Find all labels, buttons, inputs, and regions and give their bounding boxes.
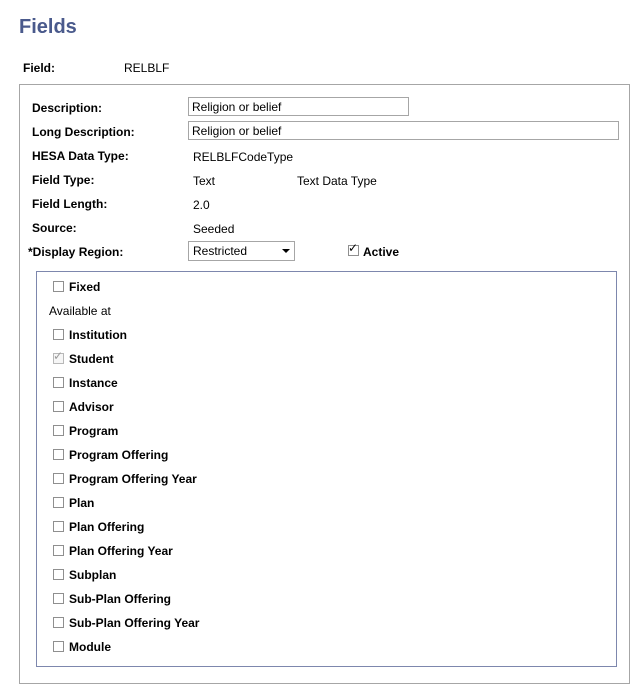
field-type-value: Text xyxy=(193,174,216,188)
institution-checkbox[interactable] xyxy=(53,329,64,340)
sub-plan-offering-year-label: Sub-Plan Offering Year xyxy=(69,616,200,630)
long-description-label: Long Description: xyxy=(32,125,135,139)
active-label: Active xyxy=(363,245,400,259)
student-checkbox: ✓ xyxy=(53,349,64,364)
hesa-data-type-value: RELBLFCodeType xyxy=(193,150,294,164)
hesa-data-type-label: HESA Data Type: xyxy=(32,149,129,163)
display-region-value: Restricted xyxy=(193,244,248,258)
module-label: Module xyxy=(69,640,111,654)
institution-label: Institution xyxy=(69,328,127,342)
field-length-label: Field Length: xyxy=(32,197,108,211)
plan-checkbox[interactable] xyxy=(53,497,64,508)
fixed-label: Fixed xyxy=(69,280,101,294)
fixed-checkbox[interactable] xyxy=(53,281,64,292)
display-region-label: *Display Region: xyxy=(28,245,124,259)
program-label: Program xyxy=(69,424,119,438)
program-offering-year-checkbox[interactable] xyxy=(53,473,64,484)
sub-plan-offering-checkbox[interactable] xyxy=(53,593,64,604)
plan-offering-label: Plan Offering xyxy=(69,520,145,534)
description-input[interactable] xyxy=(188,97,409,116)
source-label: Source: xyxy=(32,221,77,235)
instance-label: Instance xyxy=(69,376,118,390)
plan-offering-year-checkbox[interactable] xyxy=(53,545,64,556)
field-value: RELBLF xyxy=(124,61,170,75)
sub-plan-offering-year-checkbox[interactable] xyxy=(53,617,64,628)
instance-checkbox[interactable] xyxy=(53,377,64,388)
field-length-value: 2.0 xyxy=(193,198,210,212)
subplan-label: Subplan xyxy=(69,568,117,582)
advisor-label: Advisor xyxy=(69,400,114,414)
field-label: Field: xyxy=(23,61,55,75)
student-label: Student xyxy=(69,352,114,366)
subplan-checkbox[interactable] xyxy=(53,569,64,580)
program-offering-label: Program Offering xyxy=(69,448,169,462)
chevron-down-icon xyxy=(282,249,290,253)
checkmark-icon: ✓ xyxy=(348,241,359,255)
sub-plan-offering-label: Sub-Plan Offering xyxy=(69,592,171,606)
program-offering-checkbox[interactable] xyxy=(53,449,64,460)
plan-offering-checkbox[interactable] xyxy=(53,521,64,532)
description-label: Description: xyxy=(32,101,103,115)
page-title: Fields xyxy=(19,16,77,38)
advisor-checkbox[interactable] xyxy=(53,401,64,412)
module-checkbox[interactable] xyxy=(53,641,64,652)
active-checkbox[interactable]: ✓ xyxy=(348,241,359,256)
source-value: Seeded xyxy=(193,222,235,236)
plan-label: Plan xyxy=(69,496,95,510)
program-offering-year-label: Program Offering Year xyxy=(69,472,197,486)
program-checkbox[interactable] xyxy=(53,425,64,436)
field-type-extra: Text Data Type xyxy=(297,174,377,188)
checkmark-icon: ✓ xyxy=(53,349,64,363)
plan-offering-year-label: Plan Offering Year xyxy=(69,544,173,558)
available-at-label: Available at xyxy=(49,304,111,318)
field-type-label: Field Type: xyxy=(32,173,95,187)
display-region-select[interactable]: Restricted xyxy=(188,241,295,261)
long-description-input[interactable] xyxy=(188,121,619,140)
